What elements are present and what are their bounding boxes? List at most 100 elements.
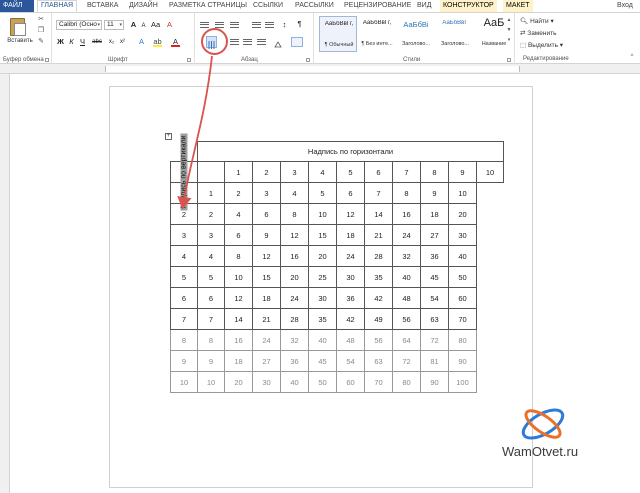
table-cell[interactable]: 24	[252, 329, 281, 351]
increase-indent-icon[interactable]	[264, 20, 275, 30]
tab-table-layout[interactable]: МАКЕТ	[503, 0, 533, 12]
table-cell[interactable]: 72	[420, 329, 449, 351]
table-cell[interactable]: 24	[280, 287, 309, 309]
table-cell[interactable]: 40	[308, 329, 337, 351]
styles-scroll-down-icon[interactable]: ▼	[505, 27, 513, 34]
table-cell[interactable]: 36	[420, 245, 449, 267]
table-cell[interactable]: 21	[252, 308, 281, 330]
table-cell[interactable]: 10	[308, 203, 337, 225]
line-spacing-icon[interactable]	[256, 37, 267, 47]
horizontal-caption-cell[interactable]: Надпись по горизонтали	[197, 141, 504, 162]
table-cell[interactable]: 56	[392, 308, 421, 330]
table-cell[interactable]: 10	[170, 371, 198, 393]
table-cell[interactable]: 10	[224, 266, 253, 288]
table-cell[interactable]: 48	[336, 329, 365, 351]
table-cell[interactable]: 32	[280, 329, 309, 351]
bold-button[interactable]: Ж	[56, 37, 65, 47]
table-cell[interactable]: 5	[170, 266, 198, 288]
table-cell[interactable]: 10	[448, 182, 477, 204]
style-item[interactable]: АаБбВі Заголово...	[397, 16, 435, 52]
table-cell[interactable]: 14	[364, 203, 393, 225]
table-cell[interactable]: 8	[170, 329, 198, 351]
table-cell[interactable]: 14	[224, 308, 253, 330]
pilcrow-icon[interactable]: ¶	[295, 19, 304, 29]
align-right-icon[interactable]	[229, 37, 240, 47]
table-cell[interactable]: 6	[224, 224, 253, 246]
styles-scroll-up-icon[interactable]: ▲	[505, 17, 513, 24]
superscript-icon[interactable]: x²	[118, 37, 127, 47]
table-cell[interactable]: 48	[392, 287, 421, 309]
italic-button[interactable]: К	[67, 37, 76, 47]
font-color-icon[interactable]: A	[171, 37, 180, 47]
table-cell[interactable]: 40	[392, 266, 421, 288]
table-header-cell[interactable]: 8	[420, 161, 449, 183]
table-cell[interactable]: 4	[224, 203, 253, 225]
cut-icon[interactable]: ✂	[37, 16, 45, 23]
table-cell[interactable]: 8	[197, 329, 225, 351]
table-cell[interactable]: 63	[364, 350, 393, 372]
table-cell[interactable]: 15	[308, 224, 337, 246]
sort-icon[interactable]: ↕	[280, 20, 289, 30]
table-cell[interactable]: 100	[448, 371, 477, 393]
table-cell[interactable]: 6	[197, 287, 225, 309]
styles-more-icon[interactable]: ▾	[505, 37, 513, 44]
table-cell[interactable]: 8	[224, 245, 253, 267]
find-button[interactable]: 🔍︎ Найти ▾	[520, 17, 554, 25]
clear-format-icon[interactable]: A	[165, 20, 174, 30]
table-header-cell[interactable]: 7	[392, 161, 421, 183]
text-effects-icon[interactable]: A	[137, 37, 146, 47]
select-button[interactable]: ⬚ Выделить ▾	[520, 41, 563, 49]
table-header-cell[interactable]: 10	[476, 161, 504, 183]
table-cell[interactable]: 12	[252, 245, 281, 267]
table-cell[interactable]: 35	[308, 308, 337, 330]
sign-in-link[interactable]: Вход	[614, 0, 636, 12]
tab-review[interactable]: РЕЦЕНЗИРОВАНИЕ	[341, 0, 414, 12]
table-cell[interactable]: 90	[420, 371, 449, 393]
table-header-cell[interactable]: 2	[252, 161, 281, 183]
table-cell[interactable]: 6	[170, 287, 198, 309]
multilevel-list-icon[interactable]	[229, 20, 240, 30]
table-cell[interactable]: 18	[336, 224, 365, 246]
replace-button[interactable]: ⇄ Заменить	[520, 29, 556, 37]
table-cell[interactable]: 64	[392, 329, 421, 351]
table-cell[interactable]: 18	[420, 203, 449, 225]
vertical-ruler[interactable]	[0, 74, 10, 493]
table-cell[interactable]: 8	[280, 203, 309, 225]
strikethrough-button[interactable]: abc	[90, 37, 104, 47]
table-cell[interactable]: 45	[308, 350, 337, 372]
copy-icon[interactable]: ❐	[37, 27, 45, 34]
table-cell[interactable]: 1	[197, 182, 225, 204]
table-cell[interactable]: 10	[197, 371, 225, 393]
table-cell[interactable]: 56	[364, 329, 393, 351]
justify-icon[interactable]	[242, 37, 253, 47]
table-cell[interactable]: 80	[448, 329, 477, 351]
style-item[interactable]: АаБбВвГг, ¶ Обычный	[319, 16, 357, 52]
underline-button[interactable]: Ч	[78, 37, 87, 47]
table-header-cell[interactable]: 3	[280, 161, 309, 183]
tab-view[interactable]: ВИД	[414, 0, 434, 12]
table-cell[interactable]: 32	[392, 245, 421, 267]
table-cell[interactable]: 2	[197, 203, 225, 225]
font-launcher-icon[interactable]	[187, 58, 191, 62]
table-cell[interactable]: 18	[224, 350, 253, 372]
table-header-cell[interactable]: 6	[364, 161, 393, 183]
borders-icon[interactable]	[291, 37, 303, 47]
table-header-cell[interactable]: 5	[336, 161, 365, 183]
table-cell[interactable]: 5	[197, 266, 225, 288]
table-cell[interactable]: 72	[392, 350, 421, 372]
table-cell[interactable]: 70	[364, 371, 393, 393]
change-case-icon[interactable]: Aa	[151, 20, 160, 30]
table-cell[interactable]: 9	[197, 350, 225, 372]
clipboard-launcher-icon[interactable]	[45, 58, 49, 62]
table-cell[interactable]: 12	[280, 224, 309, 246]
table-cell[interactable]: 49	[364, 308, 393, 330]
table-cell[interactable]: 9	[420, 182, 449, 204]
multiplication-table[interactable]: Надпись по горизонтали Надпись по вертик…	[170, 133, 504, 393]
table-cell[interactable]: 50	[308, 371, 337, 393]
table-cell[interactable]: 36	[336, 287, 365, 309]
paragraph-launcher-icon[interactable]	[306, 58, 310, 62]
table-cell[interactable]: 7	[364, 182, 393, 204]
table-cell[interactable]: 42	[364, 287, 393, 309]
collapse-ribbon-icon[interactable]: ^	[628, 54, 636, 61]
tab-design[interactable]: ДИЗАЙН	[126, 0, 161, 12]
